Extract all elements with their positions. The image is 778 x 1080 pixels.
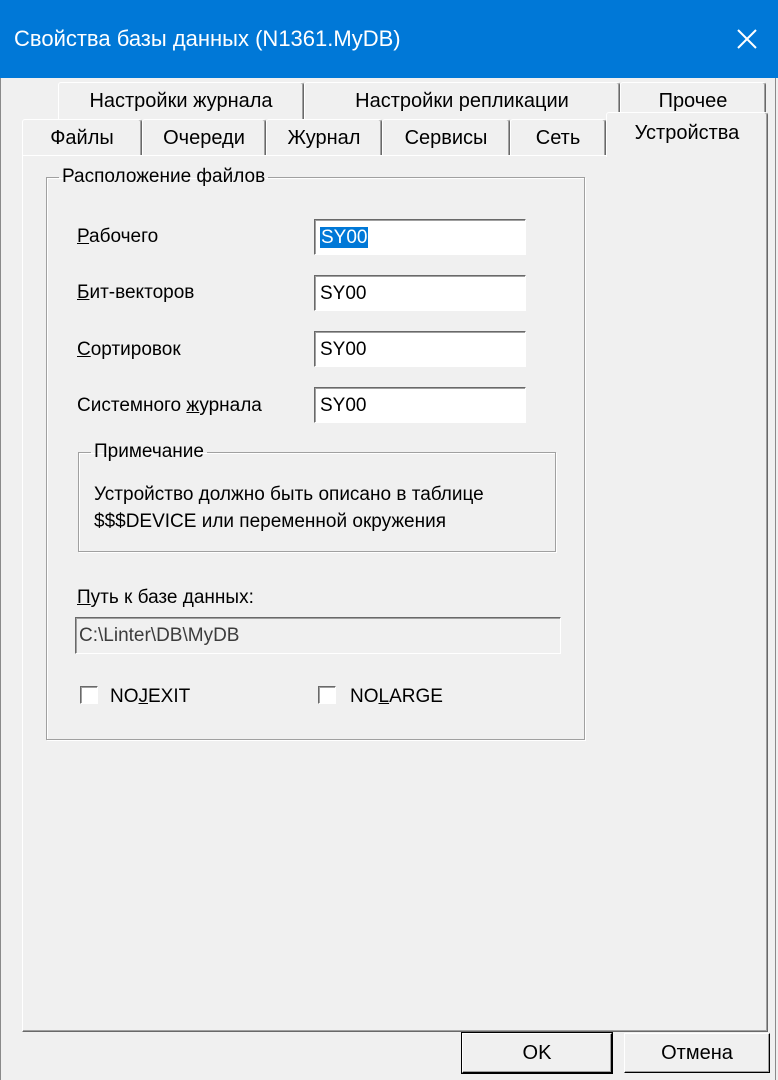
input-value: SY00 <box>320 395 367 416</box>
window-title: Свойства базы данных (N1361.MyDB) <box>14 26 401 51</box>
hotkey: Р <box>77 226 90 247</box>
nolarge-label[interactable]: NOLARGE <box>350 686 443 708</box>
db-path-label: Путь к базе данных: <box>77 587 254 609</box>
bitvectors-device-input[interactable]: SY00 <box>314 275 526 311</box>
label-text: уть к базе данных: <box>90 587 254 608</box>
group-legend: Расположение файлов <box>62 166 266 187</box>
label-text: NO <box>350 686 379 707</box>
tab-label: Файлы <box>50 126 114 149</box>
tab-label: Настройки журнала <box>89 90 273 112</box>
db-path-field: C:\Linter\DB\MyDB <box>75 617 561 654</box>
sorts-device-input[interactable]: SY00 <box>314 331 526 367</box>
tab-files[interactable]: Файлы <box>22 119 142 156</box>
tab-devices[interactable]: Устройства <box>606 112 768 157</box>
label-text: NO <box>110 686 139 707</box>
tab-queues[interactable]: Очереди <box>142 119 266 156</box>
note-text-line-2: $$$DEVICE или переменной окружения <box>94 511 446 532</box>
tab-label: Журнал <box>287 126 361 149</box>
note-text-line-1: Устройство должно быть описано в таблице <box>94 484 484 505</box>
tab-log-settings[interactable]: Настройки журнала <box>58 82 304 120</box>
tab-services[interactable]: Сервисы <box>382 119 510 156</box>
tab-label: Очереди <box>163 126 245 149</box>
work-label: Рабочего <box>77 226 158 248</box>
label-text: EXIT <box>148 686 191 707</box>
close-button[interactable] <box>716 0 778 78</box>
label-text: абочего <box>89 226 159 247</box>
hotkey: L <box>378 686 390 707</box>
label-text: ит-векторов <box>89 282 195 303</box>
work-device-input[interactable]: SY00 <box>314 219 526 255</box>
label-text: урнала <box>199 395 262 416</box>
ok-button[interactable]: OK <box>461 1032 613 1074</box>
hotkey: ж <box>186 395 200 416</box>
tab-label: Настройки репликации <box>355 90 569 112</box>
label-text: ортировок <box>90 339 181 360</box>
hotkey: П <box>77 587 91 608</box>
title-bar: Свойства базы данных (N1361.MyDB) <box>0 0 778 78</box>
tab-journal[interactable]: Журнал <box>266 119 382 156</box>
system-log-label: Системного журнала <box>77 395 262 417</box>
label-text: ARGE <box>389 686 443 707</box>
nojexit-checkbox[interactable] <box>80 686 98 704</box>
tab-label: Сервисы <box>404 126 488 149</box>
sorts-label: Сортировок <box>77 339 181 361</box>
input-value: SY00 <box>320 339 367 360</box>
system-log-device-input[interactable]: SY00 <box>314 387 526 423</box>
cancel-button[interactable]: Отмена <box>624 1033 770 1073</box>
nojexit-label[interactable]: NOJEXIT <box>110 686 190 708</box>
hotkey: С <box>77 339 91 360</box>
label-text: Системного <box>77 395 187 416</box>
hotkey: Б <box>77 282 90 303</box>
tab-label: Сеть <box>535 126 581 149</box>
note-legend: Примечание <box>94 441 204 462</box>
input-value: SY00 <box>320 283 367 304</box>
tab-label: Прочее <box>658 90 728 112</box>
nolarge-checkbox[interactable] <box>318 686 336 704</box>
tab-network[interactable]: Сеть <box>510 119 606 156</box>
hotkey: J <box>138 686 149 707</box>
tab-replication-settings[interactable]: Настройки репликации <box>304 82 620 120</box>
input-value: SY00 <box>320 227 369 248</box>
bitvectors-label: Бит-векторов <box>77 282 194 304</box>
tab-label: Устройства <box>634 122 740 144</box>
close-icon <box>737 29 757 49</box>
